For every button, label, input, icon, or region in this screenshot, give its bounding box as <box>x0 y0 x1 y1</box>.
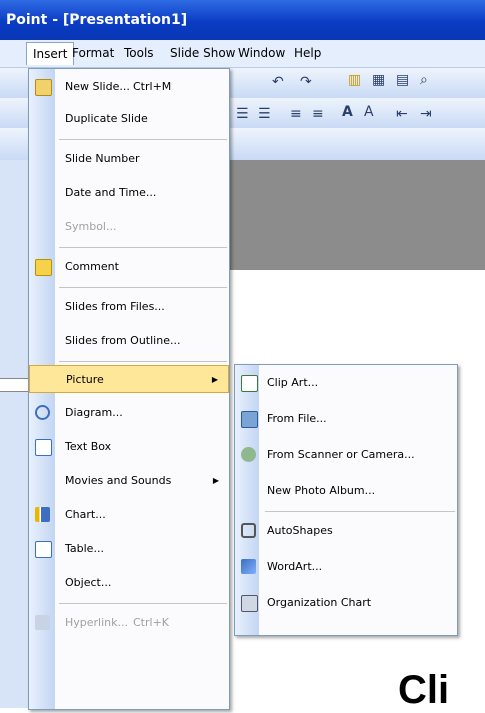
redo-icon[interactable]: ↷ <box>300 74 312 90</box>
bullets-icon[interactable]: ≡ <box>312 106 324 122</box>
table-icon <box>35 541 52 558</box>
submenu-item-clip-art[interactable]: Clip Art... <box>235 369 457 397</box>
numbering-icon[interactable]: ≡ <box>290 106 302 122</box>
menu-tools[interactable]: Tools <box>124 46 154 60</box>
menu-item-comment[interactable]: Comment <box>29 253 229 281</box>
wordart-icon <box>241 559 256 574</box>
menu-help[interactable]: Help <box>294 46 321 60</box>
submenu-item-org-chart[interactable]: Organization Chart <box>235 589 457 617</box>
slides-pane[interactable] <box>0 160 31 708</box>
menu-bar: Insert Format Tools Slide Show Window He… <box>0 40 485 68</box>
undo-icon[interactable]: ↶ <box>272 74 284 90</box>
menu-separator <box>59 139 227 140</box>
submenu-item-from-file[interactable]: From File... <box>235 405 457 433</box>
menu-item-chart[interactable]: Chart... <box>29 501 229 529</box>
menu-item-text-box[interactable]: Text Box <box>29 433 229 461</box>
scanner-camera-icon <box>241 447 256 462</box>
submenu-item-autoshapes[interactable]: AutoShapes <box>235 517 457 545</box>
menu-item-picture[interactable]: Picture ▶ <box>29 365 229 393</box>
submenu-item-from-scanner[interactable]: From Scanner or Camera... <box>235 441 457 469</box>
slide-title-text: Cli <box>398 668 450 712</box>
comment-icon <box>35 259 52 276</box>
menu-format[interactable]: Format <box>72 46 114 60</box>
menu-item-slides-from-files[interactable]: Slides from Files... <box>29 293 229 321</box>
menu-item-movies-sounds[interactable]: Movies and Sounds ▶ <box>29 467 229 495</box>
window-title: Point - [Presentation1] <box>6 12 188 28</box>
clip-art-icon <box>241 375 258 392</box>
zoom-icon[interactable]: ⌕ <box>420 72 428 88</box>
menu-item-hyperlink[interactable]: Hyperlink... Ctrl+K <box>29 609 229 637</box>
menu-insert[interactable]: Insert <box>26 42 75 65</box>
submenu-arrow-icon: ▶ <box>212 476 219 485</box>
menu-item-object[interactable]: Object... <box>29 569 229 597</box>
align-right-icon[interactable]: ☰ <box>258 106 271 122</box>
menu-item-symbol[interactable]: Symbol... <box>29 213 229 241</box>
autoshapes-icon <box>241 523 256 538</box>
menu-item-date-time[interactable]: Date and Time... <box>29 179 229 207</box>
insert-chart-icon[interactable]: ▥ <box>348 72 361 88</box>
menu-item-slides-from-outline[interactable]: Slides from Outline... <box>29 327 229 355</box>
menu-item-table[interactable]: Table... <box>29 535 229 563</box>
picture-submenu: Clip Art... From File... From Scanner or… <box>234 364 458 636</box>
text-box-icon <box>35 439 52 456</box>
menu-separator <box>265 511 455 512</box>
insert-menu: New Slide... Ctrl+M Duplicate Slide Slid… <box>28 68 230 710</box>
submenu-item-photo-album[interactable]: New Photo Album... <box>235 477 457 505</box>
chart-icon <box>35 507 50 522</box>
menu-item-new-slide[interactable]: New Slide... Ctrl+M <box>29 73 229 101</box>
submenu-arrow-icon: ▶ <box>211 375 218 384</box>
menu-separator <box>59 287 227 288</box>
menu-slide-show[interactable]: Slide Show <box>170 46 235 60</box>
tables-borders-icon[interactable]: ▤ <box>396 72 409 88</box>
from-file-icon <box>241 411 258 428</box>
align-center-icon[interactable]: ☰ <box>236 106 249 122</box>
menu-item-slide-number[interactable]: Slide Number <box>29 145 229 173</box>
menu-item-duplicate-slide[interactable]: Duplicate Slide <box>29 105 229 133</box>
diagram-icon <box>35 405 50 420</box>
increase-font-icon[interactable]: A <box>342 104 353 120</box>
new-slide-icon <box>35 79 52 96</box>
slide-thumbnail[interactable] <box>0 378 30 392</box>
menu-separator <box>59 603 227 604</box>
menu-separator <box>59 361 227 362</box>
submenu-item-wordart[interactable]: WordArt... <box>235 553 457 581</box>
menu-item-diagram[interactable]: Diagram... <box>29 399 229 427</box>
insert-table-icon[interactable]: ▦ <box>372 72 385 88</box>
hyperlink-icon <box>35 615 50 630</box>
increase-indent-icon[interactable]: ⇥ <box>420 106 432 122</box>
decrease-font-icon[interactable]: A <box>364 104 374 120</box>
menu-window[interactable]: Window <box>238 46 285 60</box>
menu-separator <box>59 247 227 248</box>
org-chart-icon <box>241 595 258 612</box>
decrease-indent-icon[interactable]: ⇤ <box>396 106 408 122</box>
window-title-bar: Point - [Presentation1] <box>0 0 485 40</box>
